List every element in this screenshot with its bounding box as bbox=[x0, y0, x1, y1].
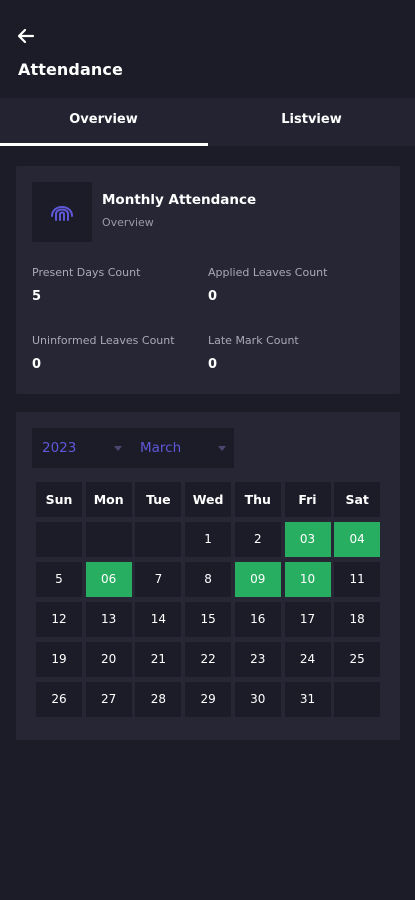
calendar-day[interactable]: 7 bbox=[135, 562, 182, 597]
weekday-header: Thu bbox=[234, 482, 281, 517]
calendar-day[interactable]: 25 bbox=[334, 642, 381, 677]
page-title: Attendance bbox=[18, 60, 123, 79]
calendar-empty-cell bbox=[36, 522, 82, 557]
present-days-label: Present Days Count bbox=[32, 266, 141, 279]
calendar-day[interactable]: 14 bbox=[135, 602, 182, 637]
calendar-day[interactable]: 2 bbox=[234, 522, 281, 557]
calendar-day[interactable]: 21 bbox=[135, 642, 182, 677]
calendar-day[interactable]: 20 bbox=[85, 642, 132, 677]
calendar-day[interactable]: 03 bbox=[284, 522, 331, 557]
back-button[interactable] bbox=[14, 24, 38, 48]
calendar-empty-cell bbox=[85, 522, 132, 557]
month-select-value: March bbox=[140, 440, 182, 456]
calendar-day[interactable]: 8 bbox=[185, 562, 232, 597]
calendar-day[interactable]: 31 bbox=[284, 682, 331, 717]
calendar-card: 2023 March Sun Mon Tue Wed Thu Fri Sat 1 2 03 04 5 0… bbox=[16, 412, 400, 740]
calendar-day[interactable]: 09 bbox=[234, 562, 281, 597]
tab-bar: Overview Listview bbox=[0, 98, 415, 146]
calendar-day[interactable]: 30 bbox=[234, 682, 281, 717]
calendar-day[interactable]: 12 bbox=[36, 602, 82, 637]
weekday-header: Sun bbox=[36, 482, 82, 517]
arrow-left-icon bbox=[17, 28, 35, 44]
calendar-day[interactable]: 22 bbox=[185, 642, 232, 677]
card-subtitle: Overview bbox=[102, 216, 154, 229]
monthly-attendance-card: Monthly Attendance Overview Present Days… bbox=[16, 166, 400, 394]
late-mark-value: 0 bbox=[208, 357, 218, 372]
app-header: Attendance bbox=[0, 0, 415, 98]
calendar-day[interactable]: 17 bbox=[284, 602, 331, 637]
year-select-value: 2023 bbox=[42, 440, 77, 456]
calendar-day[interactable]: 13 bbox=[85, 602, 132, 637]
calendar-day[interactable]: 04 bbox=[334, 522, 381, 557]
weekday-header: Sat bbox=[334, 482, 381, 517]
present-days-value: 5 bbox=[32, 289, 42, 304]
fingerprint-icon bbox=[51, 206, 73, 221]
chevron-down-icon bbox=[114, 446, 122, 451]
uninformed-leaves-label: Uninformed Leaves Count bbox=[32, 334, 175, 347]
calendar-day[interactable]: 16 bbox=[234, 602, 281, 637]
calendar-day[interactable]: 26 bbox=[36, 682, 82, 717]
chevron-down-icon bbox=[218, 446, 226, 451]
attendance-icon-box bbox=[32, 182, 92, 242]
tab-overview[interactable]: Overview bbox=[0, 98, 207, 146]
late-mark-label: Late Mark Count bbox=[208, 334, 299, 347]
calendar-day[interactable]: 27 bbox=[85, 682, 132, 717]
calendar-day[interactable]: 15 bbox=[185, 602, 232, 637]
active-tab-indicator bbox=[0, 143, 208, 146]
calendar-day[interactable]: 28 bbox=[135, 682, 182, 717]
calendar-day[interactable]: 29 bbox=[185, 682, 232, 717]
calendar-day[interactable]: 10 bbox=[284, 562, 331, 597]
calendar-day[interactable]: 19 bbox=[36, 642, 82, 677]
calendar-empty-cell bbox=[135, 522, 182, 557]
weekday-header: Wed bbox=[185, 482, 232, 517]
uninformed-leaves-value: 0 bbox=[32, 357, 42, 372]
calendar-day[interactable]: 5 bbox=[36, 562, 82, 597]
card-title: Monthly Attendance bbox=[102, 192, 257, 208]
weekday-header: Fri bbox=[284, 482, 331, 517]
tab-listview[interactable]: Listview bbox=[208, 98, 415, 146]
calendar-day[interactable]: 24 bbox=[284, 642, 331, 677]
month-select[interactable]: March bbox=[130, 428, 234, 468]
year-select[interactable]: 2023 bbox=[32, 428, 130, 468]
applied-leaves-label: Applied Leaves Count bbox=[208, 266, 328, 279]
calendar-day[interactable]: 23 bbox=[234, 642, 281, 677]
calendar-day[interactable]: 1 bbox=[185, 522, 232, 557]
calendar-empty-cell bbox=[334, 682, 381, 717]
applied-leaves-value: 0 bbox=[208, 289, 218, 304]
weekday-header: Mon bbox=[85, 482, 132, 517]
calendar-day[interactable]: 11 bbox=[334, 562, 381, 597]
weekday-header: Tue bbox=[135, 482, 182, 517]
calendar-day[interactable]: 18 bbox=[334, 602, 381, 637]
calendar-day[interactable]: 06 bbox=[85, 562, 132, 597]
